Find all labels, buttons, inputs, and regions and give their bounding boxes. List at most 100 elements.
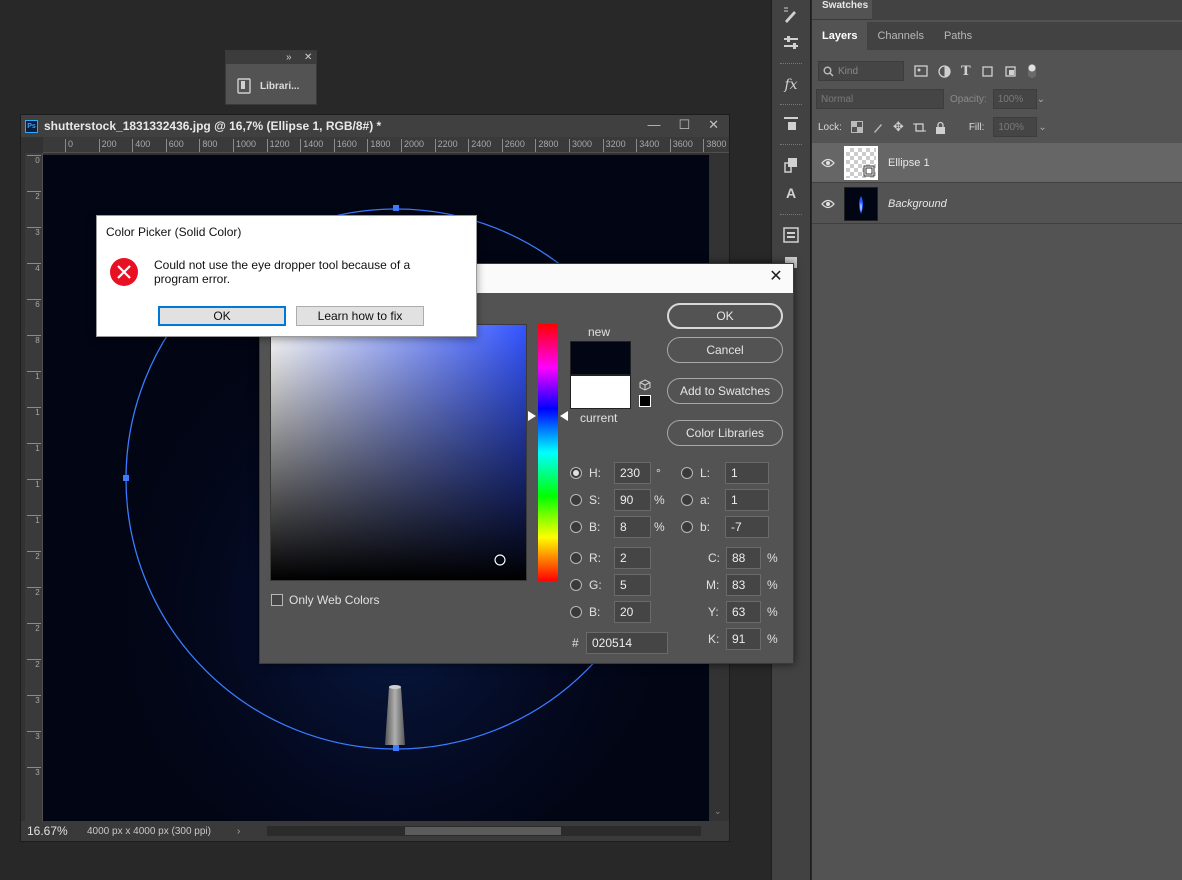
lock-move-icon[interactable]: ✥ — [893, 119, 904, 135]
scroll-down-icon[interactable]: ⌄ — [714, 806, 722, 817]
ruler-tick-label: 2000 — [401, 139, 424, 152]
libraries-label: Librari... — [260, 80, 300, 92]
blend-mode-value: Normal — [821, 93, 854, 105]
chevron-down-icon[interactable]: ⌄ — [1037, 94, 1045, 105]
paragraph-icon[interactable] — [780, 224, 802, 246]
smart-object-filter-icon[interactable] — [1004, 65, 1017, 78]
percent-unit: % — [767, 605, 778, 619]
opacity-field[interactable]: 100% — [992, 89, 1037, 109]
collapse-panel-icon[interactable]: » — [286, 51, 292, 64]
shape-filter-icon[interactable] — [981, 65, 994, 78]
web-safe-swatch[interactable] — [639, 395, 651, 407]
fill-field[interactable]: 100% — [993, 117, 1038, 137]
clone-source-icon[interactable] — [780, 154, 802, 176]
status-menu-arrow-icon[interactable]: › — [237, 826, 251, 837]
tab-swatches[interactable]: Swatches — [812, 0, 872, 20]
hex-input[interactable]: 020514 — [586, 632, 668, 654]
lock-transparency-icon[interactable] — [850, 121, 863, 133]
hue-input[interactable]: 230 — [614, 462, 651, 484]
percent-unit: % — [767, 551, 778, 565]
chevron-down-icon[interactable]: ⌄ — [1038, 122, 1046, 133]
saturation-radio[interactable] — [570, 494, 582, 506]
visibility-eye-icon[interactable] — [812, 158, 844, 168]
close-icon[interactable]: ✕ — [304, 51, 312, 64]
pixel-filter-icon[interactable] — [914, 65, 928, 77]
divider — [780, 144, 802, 146]
character-icon[interactable]: A — [780, 182, 802, 204]
filter-toggle-icon[interactable] — [1027, 63, 1037, 79]
document-title: shutterstock_1831332436.jpg @ 16,7% (Ell… — [44, 119, 382, 133]
color-field[interactable] — [270, 324, 527, 581]
tab-channels[interactable]: Channels — [867, 22, 933, 50]
kind-filter-select[interactable]: Kind — [818, 61, 904, 81]
add-to-swatches-button[interactable]: Add to Swatches — [667, 378, 783, 404]
tab-layers[interactable]: Layers — [812, 22, 868, 50]
cancel-button[interactable]: Cancel — [667, 337, 783, 363]
b-channel-radio[interactable] — [681, 521, 693, 533]
opacity-label: Opacity: — [950, 93, 987, 105]
lightness-input[interactable]: 1 — [725, 462, 769, 484]
blue-input[interactable]: 20 — [614, 601, 651, 623]
hue-slider[interactable] — [538, 324, 558, 581]
document-info: 4000 px x 4000 px (300 ppi) — [87, 825, 211, 837]
document-tab[interactable]: Ps shutterstock_1831332436.jpg @ 16,7% (… — [21, 115, 729, 137]
ruler-tick-label: 1000 — [233, 139, 256, 152]
lock-all-icon[interactable] — [935, 121, 946, 134]
hue-slider-right-arrow-icon[interactable] — [560, 411, 568, 421]
color-libraries-button[interactable]: Color Libraries — [667, 420, 783, 446]
blend-mode-select[interactable]: Normal — [816, 89, 944, 109]
ok-button[interactable]: OK — [667, 303, 783, 329]
learn-how-to-fix-button[interactable]: Learn how to fix — [296, 306, 424, 326]
minimize-icon[interactable]: — — [647, 117, 660, 133]
saturation-input[interactable]: 90 — [614, 489, 651, 511]
out-of-gamut-cube-icon[interactable] — [639, 379, 651, 391]
visibility-eye-icon[interactable] — [812, 199, 844, 209]
b-channel-input[interactable]: -7 — [725, 516, 769, 538]
type-filter-icon[interactable]: T — [961, 64, 971, 79]
layer-row-ellipse[interactable]: Ellipse 1 — [812, 143, 1182, 183]
only-web-colors-checkbox[interactable] — [271, 594, 283, 606]
green-input[interactable]: 5 — [614, 574, 651, 596]
current-color-swatch[interactable] — [570, 375, 631, 409]
close-icon[interactable]: ✕ — [708, 117, 719, 133]
red-radio[interactable] — [570, 552, 582, 564]
ok-button[interactable]: OK — [158, 306, 286, 326]
layer-name[interactable]: Ellipse 1 — [888, 157, 930, 169]
tab-paths[interactable]: Paths — [934, 22, 982, 50]
zoom-level[interactable]: 16.67% — [21, 824, 87, 838]
blue-radio[interactable] — [570, 606, 582, 618]
close-icon[interactable]: ✕ — [767, 268, 785, 286]
green-radio[interactable] — [570, 579, 582, 591]
black-input[interactable]: 91 — [726, 628, 761, 650]
scrollbar-thumb[interactable] — [405, 827, 561, 835]
properties-icon[interactable] — [780, 112, 802, 134]
yellow-input[interactable]: 63 — [726, 601, 761, 623]
vertical-ruler[interactable]: 0 2 3 4 6 8 1 1 1 1 1 2 2 2 2 3 3 3 — [25, 153, 43, 821]
brightness-input[interactable]: 8 — [614, 516, 651, 538]
libraries-button[interactable]: Librari... — [232, 73, 312, 99]
cyan-input[interactable]: 88 — [726, 547, 761, 569]
lightness-radio[interactable] — [681, 467, 693, 479]
hue-radio[interactable] — [570, 467, 582, 479]
brightness-radio[interactable] — [570, 521, 582, 533]
a-channel-radio[interactable] — [681, 494, 693, 506]
hue-label: H: — [589, 466, 601, 480]
maximize-icon[interactable]: ☐ — [678, 117, 690, 133]
a-channel-input[interactable]: 1 — [725, 489, 769, 511]
horizontal-scrollbar[interactable] — [267, 826, 701, 836]
layer-name[interactable]: Background — [888, 198, 947, 210]
brush-settings-icon[interactable] — [780, 4, 802, 26]
magenta-input[interactable]: 83 — [726, 574, 761, 596]
layer-row-background[interactable]: Background — [812, 184, 1182, 224]
styles-fx-icon[interactable]: fx — [780, 74, 802, 96]
lock-artboard-icon[interactable] — [912, 121, 926, 134]
percent-unit: % — [767, 578, 778, 592]
lock-paint-icon[interactable] — [872, 121, 884, 133]
hue-slider-left-arrow-icon[interactable] — [528, 411, 536, 421]
green-label: G: — [589, 578, 602, 592]
adjustments-icon[interactable] — [780, 32, 802, 54]
horizontal-ruler[interactable]: 0 200 400 600 800 1000 1200 1400 1600 1800 2000 220… — [43, 137, 729, 153]
adjustment-filter-icon[interactable] — [938, 64, 951, 78]
libraries-panel-header[interactable]: » ✕ — [226, 51, 316, 64]
red-input[interactable]: 2 — [614, 547, 651, 569]
